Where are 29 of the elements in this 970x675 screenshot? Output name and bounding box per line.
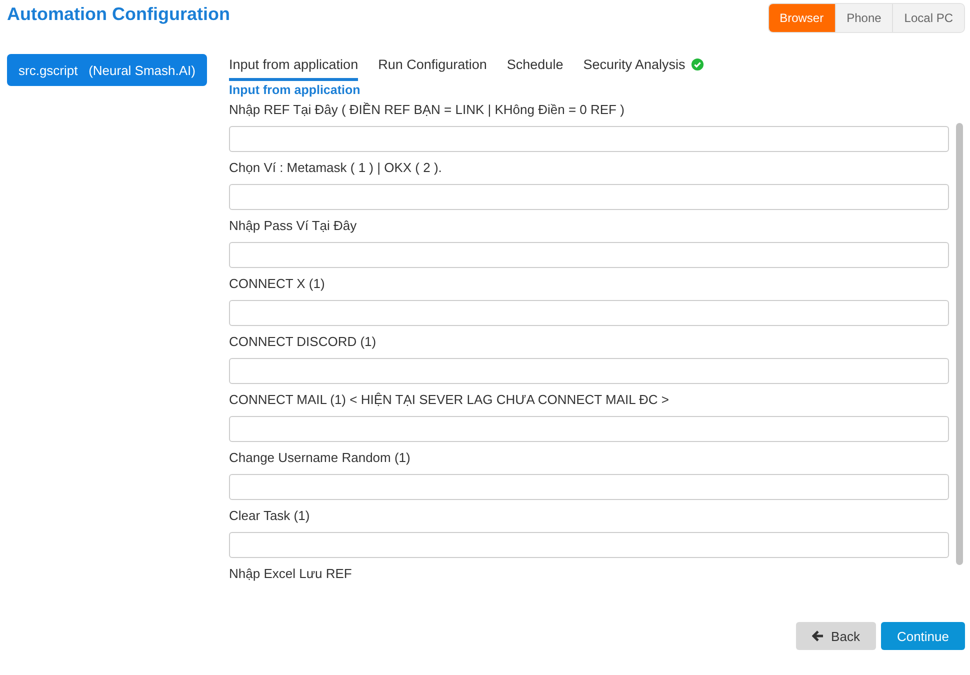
input-field[interactable] bbox=[229, 474, 949, 500]
script-item[interactable]: src.gscript (Neural Smash.AI) bbox=[7, 54, 207, 86]
input-field[interactable] bbox=[229, 300, 949, 326]
arrow-left-icon bbox=[812, 630, 824, 642]
platform-tab[interactable]: Local PC bbox=[892, 4, 964, 32]
input-field[interactable] bbox=[229, 126, 949, 152]
field-label: CONNECT X (1) bbox=[229, 276, 326, 292]
field-label: Nhập Pass Ví Tại Đây bbox=[229, 218, 358, 234]
scrollbar-thumb[interactable] bbox=[956, 123, 962, 565]
page-title: Automation Configuration bbox=[7, 4, 230, 25]
input-field[interactable] bbox=[229, 416, 949, 442]
tab[interactable]: Security Analysis bbox=[583, 54, 704, 81]
field-label: Nhập REF Tại Đây ( ĐIỀN REF BẠN = LINK | KHông Điền = 0 REF ) bbox=[229, 102, 626, 118]
section-title: Input from application bbox=[229, 83, 362, 98]
tab[interactable]: Run Configuration bbox=[378, 54, 487, 81]
back-button[interactable]: Back bbox=[796, 622, 876, 650]
input-field[interactable] bbox=[229, 532, 949, 558]
tab[interactable]: Schedule bbox=[506, 54, 564, 81]
platform-tab[interactable]: Phone bbox=[834, 4, 892, 32]
input-field[interactable] bbox=[229, 184, 949, 210]
field-label: Clear Task (1) bbox=[229, 508, 311, 524]
field-label: Change Username Random (1) bbox=[229, 450, 412, 466]
field-label: Nhập Excel Lưu REF bbox=[229, 566, 353, 582]
input-field[interactable] bbox=[229, 358, 949, 384]
input-field[interactable] bbox=[229, 242, 949, 268]
field-label: Chọn Ví : Metamask ( 1 ) | OKX ( 2 ). bbox=[229, 160, 443, 176]
field-label: CONNECT MAIL (1) < HIỆN TẠI SEVER LAG CHƯA CONNECT MAIL ĐC > bbox=[229, 392, 670, 408]
field-label: CONNECT DISCORD (1) bbox=[229, 334, 378, 350]
tab[interactable]: Input from application bbox=[229, 54, 358, 81]
